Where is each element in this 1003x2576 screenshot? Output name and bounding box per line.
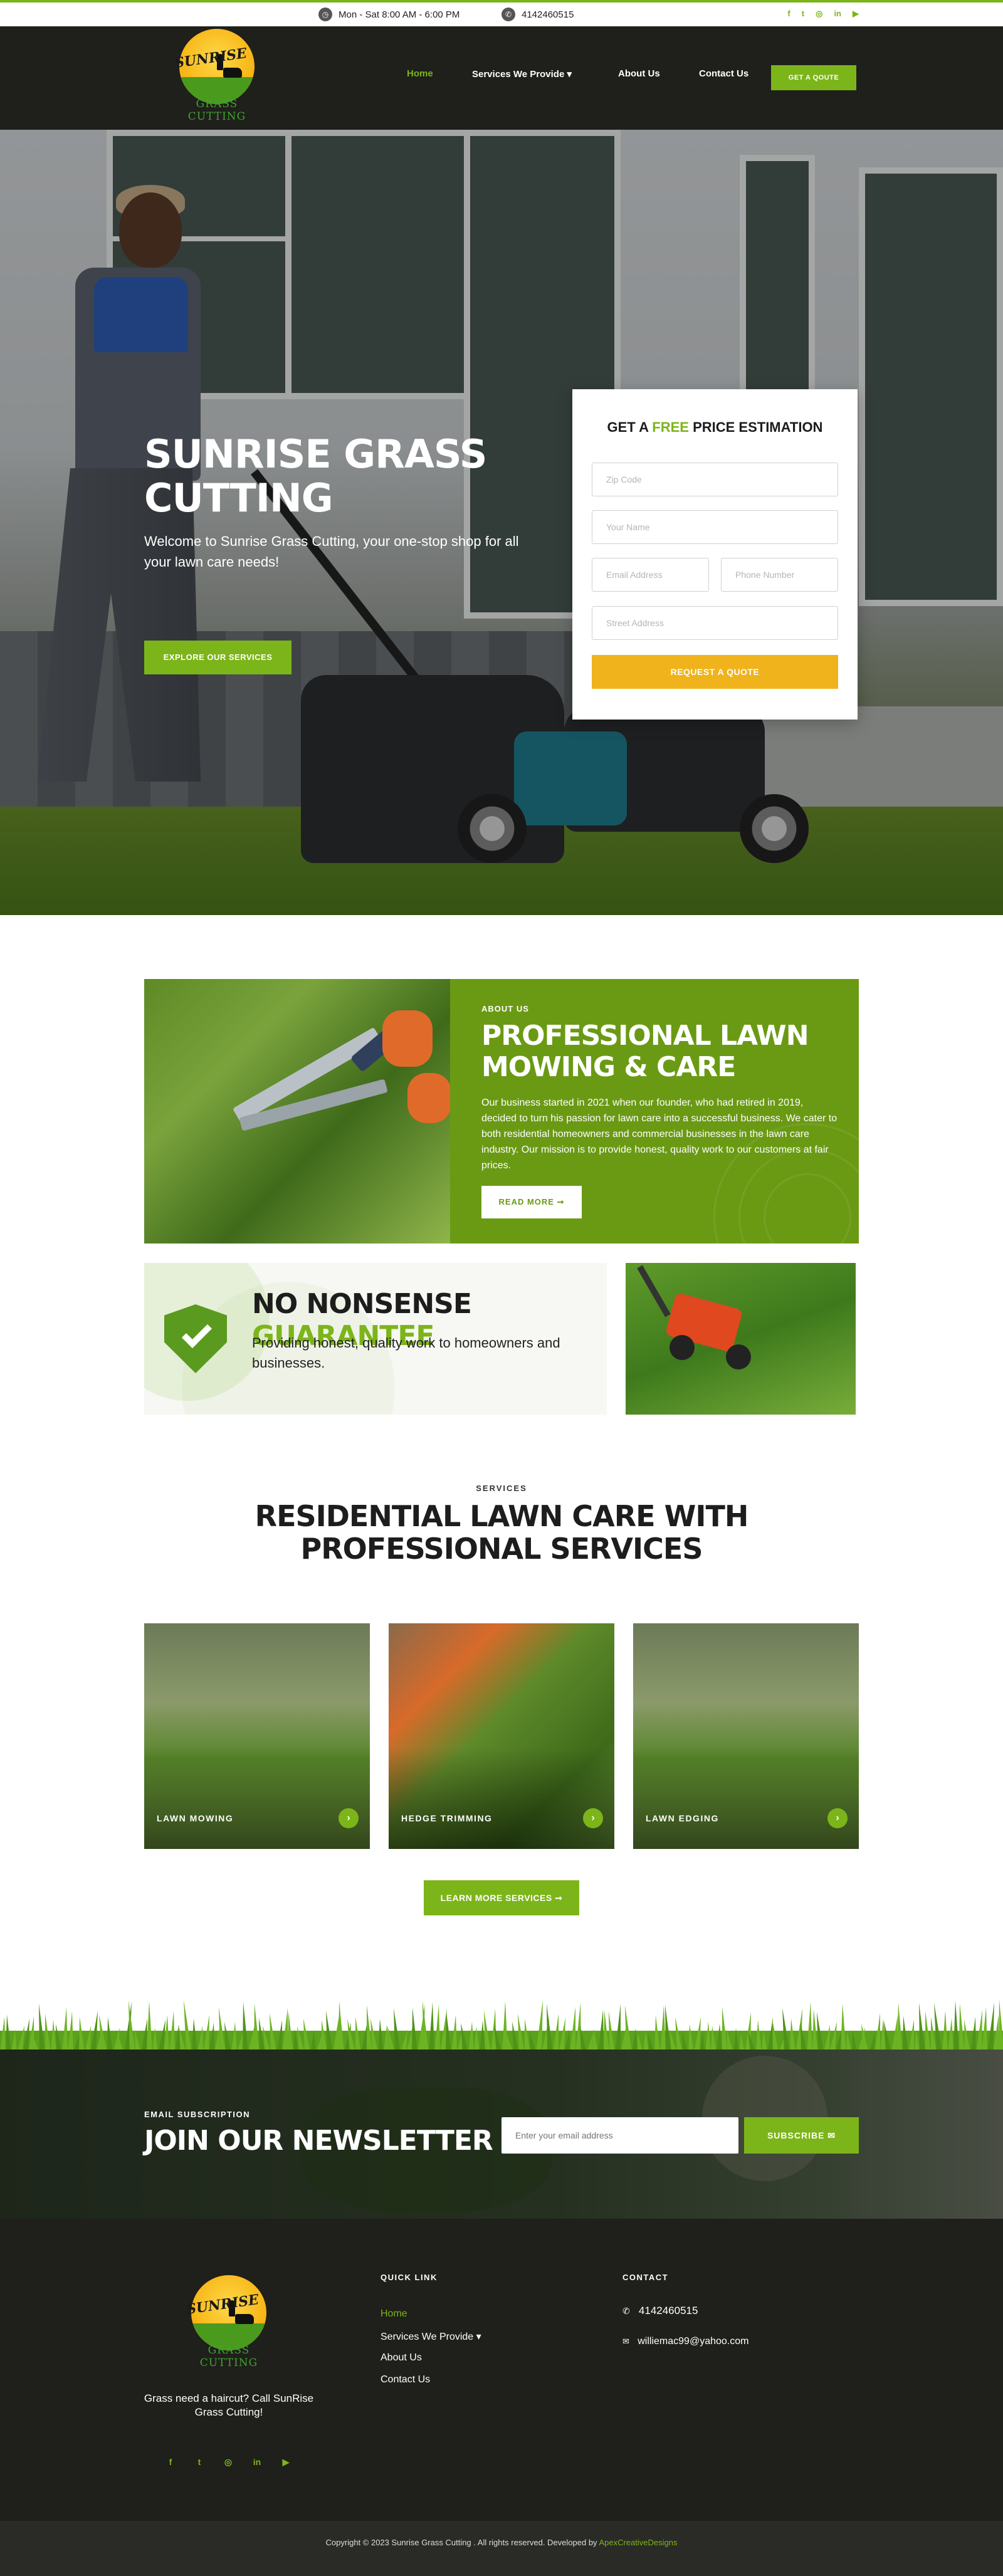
hero-subtitle: Welcome to Sunrise Grass Cutting, your o… [144,533,519,570]
quick-link-heading: QUICK LINK [381,2273,438,2282]
email-input[interactable] [592,558,709,592]
footer-tagline: Grass need a haircut? Call SunRise Grass… [144,2392,314,2418]
newsletter-title: JOIN OUR NEWSLETTER [144,2125,493,2157]
read-more-button[interactable]: READ MORE ➞ [481,1186,582,1218]
service-card-lawn-edging[interactable]: LAWN EDGING › [633,1623,859,1849]
youtube-icon[interactable]: ▶ [280,2457,292,2468]
chevron-down-icon: ▾ [476,2332,481,2342]
top-phone-text[interactable]: 4142460515 [522,9,574,20]
phone-input[interactable] [721,558,838,592]
footer-social-links: f t ◎ in ▶ [164,2457,292,2468]
instagram-icon[interactable]: ◎ [222,2457,234,2468]
footer-email[interactable]: ✉ williemac99@yahoo.com [622,2336,748,2347]
explore-services-button[interactable]: EXPLORE OUR SERVICES [144,641,291,674]
footer-phone[interactable]: ✆ 4142460515 [622,2305,698,2317]
newsletter-label: EMAIL SUBSCRIPTION [144,2110,251,2119]
copyright-bar [0,2521,1003,2576]
nav-about[interactable]: About Us [618,68,660,79]
service-card-label: HEDGE TRIMMING [401,1813,493,1823]
copyright-text: Copyright © 2023 Sunrise Grass Cutting .… [0,2538,1003,2547]
about-text: Our business started in 2021 when our fo… [481,1097,838,1171]
facebook-icon[interactable]: f [787,9,790,19]
about-section: ABOUT US PROFESSIONAL LAWN MOWING & CARE… [450,979,859,1243]
footer-link-about[interactable]: About Us [381,2352,422,2364]
top-info-bar: ◷ Mon - Sat 8:00 AM - 6:00 PM ✆ 41424605… [0,0,1003,26]
subscribe-button[interactable]: SUBSCRIBE ✉ [744,2117,859,2154]
service-card-label: LAWN EDGING [646,1813,719,1823]
guarantee-title-pre: NO NONSENSE [252,1288,472,1320]
pruning-shears-image [144,979,450,1243]
quote-form-title: GET A FREE PRICE ESTIMATION [572,419,858,436]
logo-subtitle: GRASS CUTTING [187,98,246,123]
arrow-right-icon[interactable]: › [583,1808,603,1828]
top-phone[interactable]: ✆ 4142460515 [501,8,574,21]
hero-title: SUNRISE GRASS CUTTING [144,431,487,521]
about-label: ABOUT US [481,1004,529,1013]
developer-link[interactable]: ApexCreativeDesigns [599,2538,677,2547]
footer-link-home[interactable]: Home [381,2308,407,2320]
youtube-icon[interactable]: ▶ [853,9,859,19]
learn-more-services-button[interactable]: LEARN MORE SERVICES ➞ [424,1880,579,1915]
site-footer [0,2219,1003,2521]
services-label: SERVICES [476,1484,527,1493]
twitter-icon[interactable]: t [802,9,804,19]
service-card-hedge-trimming[interactable]: HEDGE TRIMMING › [389,1623,614,1849]
phone-icon: ✆ [501,8,515,21]
top-social-links: f t ◎ in ▶ [787,9,859,19]
lawn-mower-image [626,1263,856,1415]
footer-logo-subtitle: GRASS CUTTING [199,2344,258,2369]
service-card-lawn-mowing[interactable]: LAWN MOWING › [144,1623,370,1849]
guarantee-text: Providing honest, quality work to homeow… [252,1335,560,1371]
quote-title-pre: GET A [607,419,653,435]
envelope-icon: ✉ [622,2337,629,2346]
quote-title-post: PRICE ESTIMATION [688,419,823,435]
instagram-icon[interactable]: ◎ [816,9,822,19]
request-quote-button[interactable]: REQUEST A QUOTE [592,655,838,689]
nav-home[interactable]: Home [407,68,433,79]
site-header: SUNRISE GRASS CUTTING Home Services We P… [0,26,1003,130]
copyright-pre: Copyright © 2023 Sunrise Grass Cutting .… [325,2538,599,2547]
service-card-label: LAWN MOWING [157,1813,234,1823]
street-address-input[interactable] [592,606,838,640]
nav-contact[interactable]: Contact Us [699,68,748,79]
about-title: PROFESSIONAL LAWN MOWING & CARE [481,1020,809,1083]
site-logo[interactable]: SUNRISE GRASS CUTTING [173,29,261,123]
name-input[interactable] [592,510,838,544]
contact-heading: CONTACT [622,2273,669,2282]
linkedin-icon[interactable]: in [834,9,841,19]
phone-icon: ✆ [622,2306,630,2316]
quote-title-highlight: FREE [652,419,689,435]
grass-divider [0,1999,1003,2053]
nav-services-label: Services We Provide [472,69,565,80]
services-title: RESIDENTIAL LAWN CARE WITH PROFESSIONAL … [255,1499,749,1566]
clock-icon: ◷ [318,8,332,21]
footer-link-contact[interactable]: Contact Us [381,2374,430,2385]
guarantee-banner: NO NONSENSE GUARANTEE Providing honest, … [144,1263,607,1415]
twitter-icon[interactable]: t [193,2457,206,2468]
footer-link-services-label: Services We Provide [381,2332,474,2342]
nav-services[interactable]: Services We Provide ▾ [472,68,572,80]
get-quote-button[interactable]: GET A QOUTE [771,65,856,90]
footer-phone-text[interactable]: 4142460515 [639,2305,698,2317]
footer-link-services[interactable]: Services We Provide ▾ [381,2330,481,2343]
business-hours: ◷ Mon - Sat 8:00 AM - 6:00 PM [318,8,459,21]
newsletter-email-input[interactable] [501,2117,738,2154]
quote-form-card: GET A FREE PRICE ESTIMATION REQUEST A QU… [572,389,858,720]
linkedin-icon[interactable]: in [251,2457,263,2468]
footer-logo[interactable]: SUNRISE GRASS CUTTING [185,2275,273,2369]
chevron-down-icon: ▾ [567,69,572,80]
facebook-icon[interactable]: f [164,2457,177,2468]
zip-code-input[interactable] [592,463,838,496]
business-hours-text: Mon - Sat 8:00 AM - 6:00 PM [339,9,460,20]
footer-email-text[interactable]: williemac99@yahoo.com [638,2336,748,2347]
arrow-right-icon[interactable]: › [827,1808,848,1828]
arrow-right-icon[interactable]: › [339,1808,359,1828]
